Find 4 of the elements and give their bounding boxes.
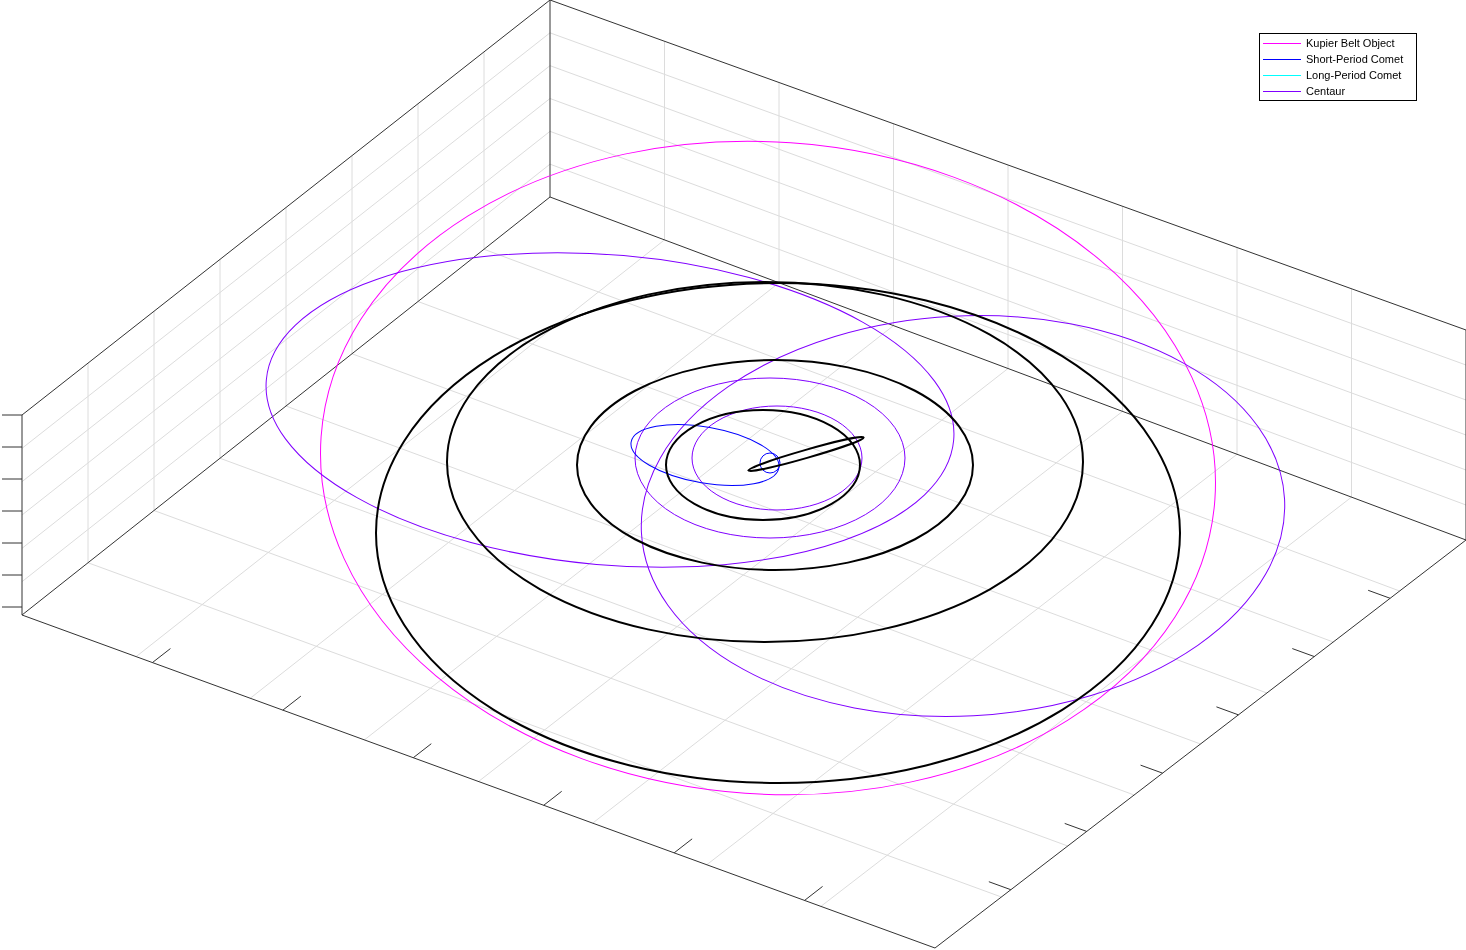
legend-label: Long-Period Comet	[1306, 69, 1402, 81]
legend-label: Centaur	[1306, 85, 1346, 97]
legend-label: Short-Period Comet	[1306, 53, 1404, 65]
legend-label: Kupier Belt Object	[1306, 37, 1395, 49]
